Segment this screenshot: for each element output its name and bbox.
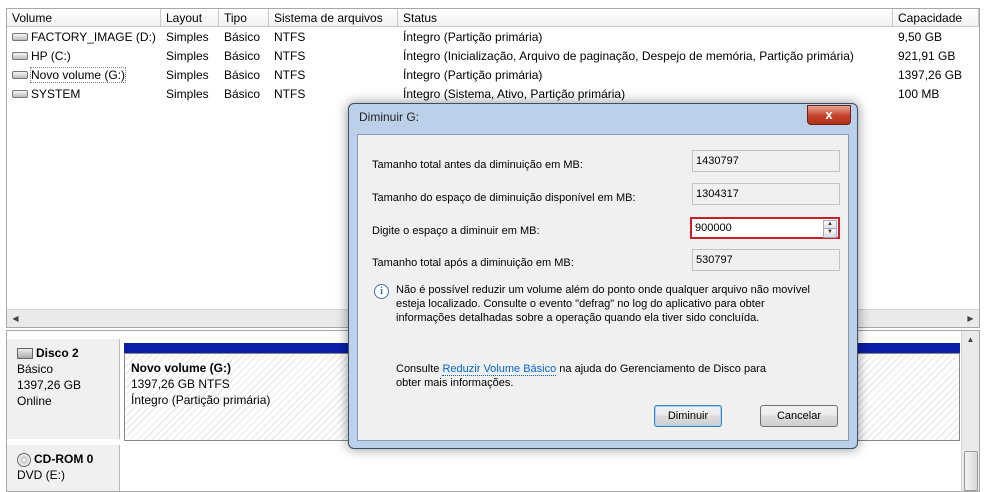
partition-status: Íntegro (Partição primária) bbox=[131, 393, 271, 407]
column-header-capacidade[interactable]: Capacidade bbox=[893, 9, 979, 27]
partition-detail: 1397,26 GB NTFS bbox=[131, 377, 230, 391]
disk-icon bbox=[12, 32, 28, 41]
total-after-label: Tamanho total após a diminuição em MB: bbox=[372, 257, 574, 269]
dialog-titlebar[interactable]: Diminuir G: x bbox=[349, 104, 857, 132]
disk-icon bbox=[12, 51, 28, 60]
volume-name-cell: SYSTEM bbox=[7, 85, 161, 104]
fs-cell: NTFS bbox=[274, 68, 306, 82]
volume-name: Novo volume (G:) bbox=[29, 67, 127, 83]
column-header-filesystem[interactable]: Sistema de arquivos bbox=[269, 9, 398, 27]
shrink-button[interactable]: Diminuir bbox=[654, 405, 722, 427]
fs-cell: NTFS bbox=[274, 87, 306, 101]
tipo-cell: Básico bbox=[224, 87, 261, 101]
cd-rom-icon bbox=[17, 452, 31, 467]
volume-name: SYSTEM bbox=[31, 87, 81, 101]
status-cell: Íntegro (Partição primária) bbox=[403, 68, 543, 82]
help-prefix: Consulte bbox=[396, 363, 440, 375]
spin-down-icon[interactable]: ▼ bbox=[823, 228, 837, 238]
vertical-scrollbar[interactable]: ▲ bbox=[961, 331, 979, 491]
volume-name-cell: Novo volume (G:) bbox=[7, 66, 161, 85]
cdrom-name: CD-ROM 0 bbox=[34, 452, 94, 466]
disk-icon bbox=[12, 70, 28, 79]
status-cell: Íntegro (Sistema, Ativo, Partição primár… bbox=[403, 87, 626, 101]
fs-cell: NTFS bbox=[274, 30, 306, 44]
scroll-thumb[interactable] bbox=[964, 451, 978, 491]
layout-cell: Simples bbox=[166, 49, 209, 63]
enter-amount-label: Digite o espaço a diminuir em MB: bbox=[372, 225, 540, 237]
fs-cell: NTFS bbox=[274, 49, 306, 63]
shrink-amount-input[interactable] bbox=[692, 219, 813, 237]
available-label: Tamanho do espaço de diminuição disponív… bbox=[372, 192, 636, 204]
column-header-volume[interactable]: Volume bbox=[7, 9, 161, 27]
cdrom-type: DVD (E:) bbox=[17, 468, 65, 482]
column-header-tipo[interactable]: Tipo bbox=[219, 9, 269, 27]
dialog-title: Diminuir G: bbox=[359, 110, 420, 124]
disk-2-label[interactable]: Disco 2 Básico 1397,26 GB Online bbox=[7, 339, 120, 439]
disk-icon bbox=[12, 89, 28, 98]
tipo-cell: Básico bbox=[224, 30, 261, 44]
cdrom-name-row: CD-ROM 0 bbox=[17, 451, 109, 467]
column-header-layout[interactable]: Layout bbox=[161, 9, 219, 27]
disk-state: Online bbox=[17, 394, 52, 408]
layout-cell: Simples bbox=[166, 30, 209, 44]
scroll-up-icon[interactable]: ▲ bbox=[962, 331, 979, 348]
help-suffix: na ajuda do Gerenciamento de Disco para bbox=[559, 363, 766, 375]
status-cell: Íntegro (Partição primária) bbox=[403, 30, 543, 44]
capacity-cell: 921,91 GB bbox=[898, 49, 956, 63]
info-line-3: informações detalhadas sobre a operação … bbox=[396, 312, 760, 324]
volume-name-cell: FACTORY_IMAGE (D:) bbox=[7, 28, 161, 47]
total-before-value: 1430797 bbox=[692, 150, 840, 172]
info-line-1: Não é possível reduzir um volume além do… bbox=[396, 284, 810, 296]
disk-size: 1397,26 GB bbox=[17, 378, 82, 392]
layout-cell: Simples bbox=[166, 87, 209, 101]
cancel-button[interactable]: Cancelar bbox=[760, 405, 838, 427]
tipo-cell: Básico bbox=[224, 68, 261, 82]
scroll-right-icon[interactable]: ▶ bbox=[962, 310, 979, 327]
disk-type: Básico bbox=[17, 362, 54, 376]
available-value: 1304317 bbox=[692, 183, 840, 205]
info-text: Não é possível reduzir um volume além do… bbox=[396, 283, 810, 325]
capacity-cell: 1397,26 GB bbox=[898, 68, 963, 82]
hard-disk-icon bbox=[17, 348, 33, 360]
volume-name-cell: HP (C:) bbox=[7, 47, 161, 66]
help-line-2: obter mais informações. bbox=[396, 377, 514, 389]
shrink-dialog: Diminuir G: x Tamanho total antes da dim… bbox=[348, 103, 858, 449]
partition-name: Novo volume (G:) bbox=[131, 361, 232, 375]
volume-name: FACTORY_IMAGE (D:) bbox=[31, 30, 156, 44]
shrink-amount-field[interactable]: ▲ ▼ bbox=[690, 217, 840, 239]
capacity-cell: 9,50 GB bbox=[898, 30, 943, 44]
disk-2-name-row: Disco 2 bbox=[17, 345, 109, 361]
layout-cell: Simples bbox=[166, 68, 209, 82]
total-before-label: Tamanho total antes da diminuição em MB: bbox=[372, 159, 583, 171]
partition-info: Novo volume (G:) 1397,26 GB NTFS Íntegro… bbox=[131, 360, 270, 408]
total-after-value: 530797 bbox=[692, 249, 840, 271]
help-link[interactable]: Reduzir Volume Básico bbox=[442, 363, 557, 376]
volume-name: HP (C:) bbox=[31, 49, 71, 63]
tipo-cell: Básico bbox=[224, 49, 261, 63]
close-icon: x bbox=[825, 107, 833, 122]
status-cell: Íntegro (Inicialização, Arquivo de pagin… bbox=[403, 49, 854, 63]
info-icon: i bbox=[374, 284, 389, 299]
help-line-1: Consulte Reduzir Volume Básico na ajuda … bbox=[396, 362, 766, 376]
column-header-status[interactable]: Status bbox=[398, 9, 893, 27]
cdrom-label[interactable]: CD-ROM 0 DVD (E:) bbox=[7, 445, 120, 491]
close-button[interactable]: x bbox=[807, 105, 851, 125]
info-line-2: esteja localizado. Consulte o evento "de… bbox=[396, 298, 765, 310]
disk-name: Disco 2 bbox=[36, 346, 79, 360]
capacity-cell: 100 MB bbox=[898, 87, 940, 101]
dialog-body: Tamanho total antes da diminuição em MB:… bbox=[357, 134, 849, 441]
help-text: Consulte Reduzir Volume Básico na ajuda … bbox=[396, 362, 766, 390]
scroll-left-icon[interactable]: ◀ bbox=[7, 310, 24, 327]
